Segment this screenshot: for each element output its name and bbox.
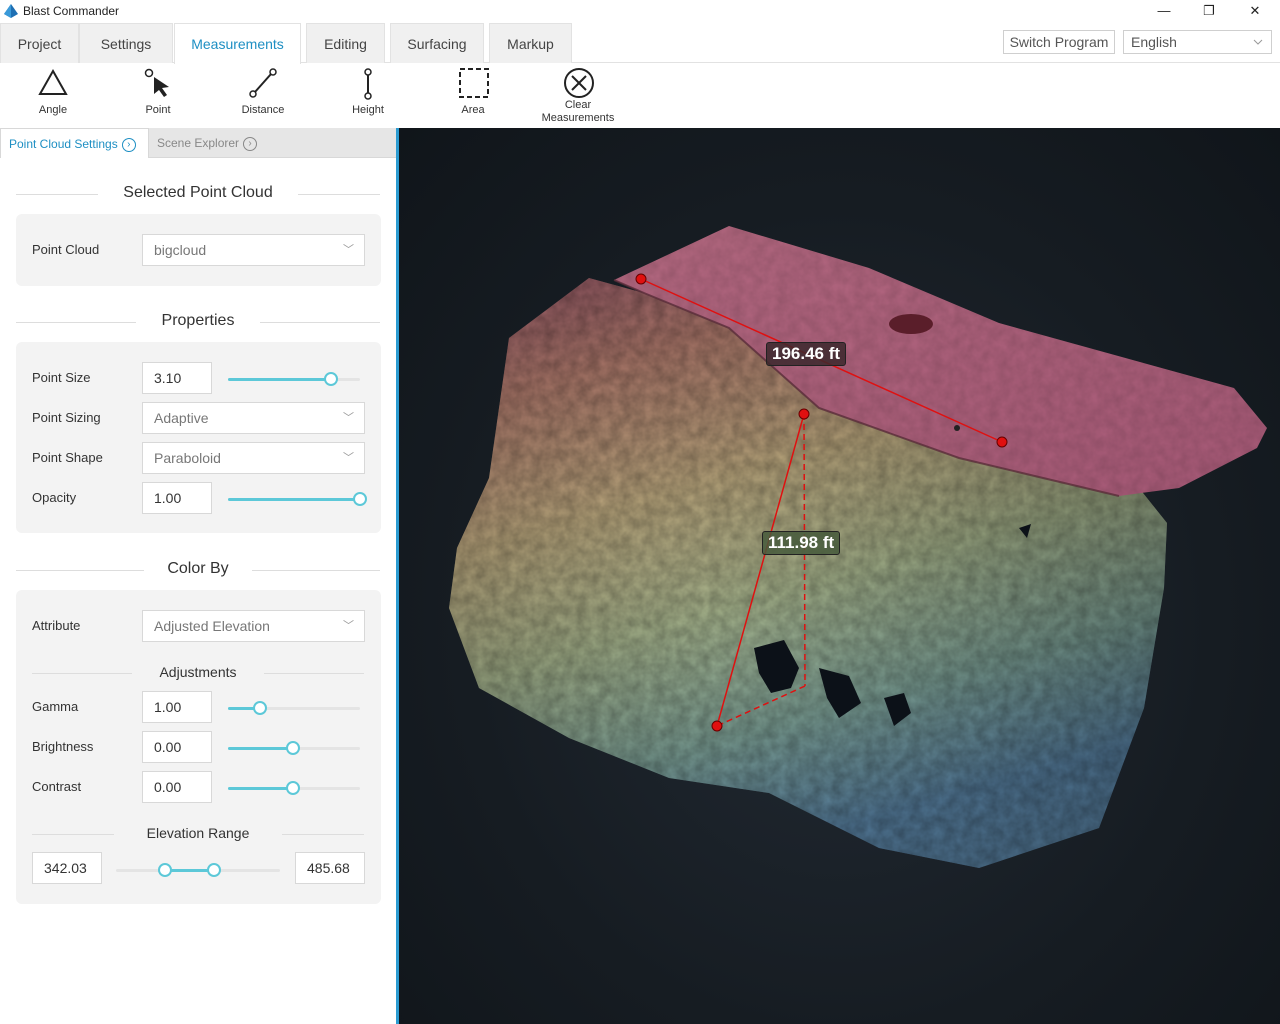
- point-sizing-value: Adaptive: [154, 410, 209, 426]
- elevation-min-input[interactable]: 342.03: [32, 852, 102, 884]
- contrast-label: Contrast: [32, 779, 82, 794]
- elevation-range-heading: Elevation Range: [32, 825, 364, 843]
- close-button[interactable]: ✕: [1232, 0, 1278, 22]
- gamma-label: Gamma: [32, 699, 79, 714]
- angle-tool-button[interactable]: Angle: [3, 63, 103, 128]
- attribute-value: Adjusted Elevation: [154, 618, 270, 634]
- contrast-input[interactable]: 0.00: [142, 771, 212, 803]
- clear-label-line2: Measurements: [541, 112, 615, 124]
- 3d-viewport[interactable]: 196.46 ft 111.98 ft: [399, 128, 1280, 1024]
- area-icon: [459, 68, 489, 98]
- clear-measurements-button[interactable]: Clear Measurements: [528, 63, 628, 128]
- tab-markup[interactable]: Markup: [489, 23, 572, 63]
- opacity-label: Opacity: [32, 490, 77, 505]
- brightness-slider[interactable]: [228, 741, 360, 755]
- point-shape-value: Paraboloid: [154, 450, 221, 466]
- language-value: English: [1131, 34, 1177, 50]
- point-tool-button[interactable]: Point: [108, 63, 208, 128]
- attribute-select[interactable]: Adjusted Elevation ﹀: [142, 610, 365, 642]
- tab-measurements[interactable]: Measurements: [174, 23, 301, 64]
- height-tool-button[interactable]: Height: [318, 63, 418, 128]
- app-logo-icon: [4, 4, 18, 18]
- point-cloud-render: [449, 226, 1267, 868]
- switch-program-button[interactable]: Switch Program: [1003, 30, 1115, 54]
- tab-surfacing[interactable]: Surfacing: [390, 23, 484, 63]
- point-cloud-settings-panel: Point Cloud Settings › Scene Explorer › Se…: [0, 128, 396, 1024]
- opacity-slider[interactable]: [228, 492, 367, 506]
- main-tab-bar: Project Settings Measurements Editing Su…: [0, 22, 1280, 64]
- tab-editing[interactable]: Editing: [306, 23, 385, 63]
- attribute-label: Attribute: [32, 618, 81, 633]
- selected-point-cloud-heading: Selected Point Cloud: [16, 184, 380, 204]
- chevron-down-icon: ﹀: [343, 412, 354, 424]
- point-cloud-label: Point Cloud: [32, 242, 100, 257]
- gamma-slider-thumb[interactable]: [252, 701, 267, 715]
- distance-measurement-label: 196.46 ft: [766, 342, 847, 366]
- contrast-slider-fill: [228, 787, 293, 790]
- height-measurement-label: 111.98 ft: [762, 531, 841, 555]
- opacity-input[interactable]: 1.00: [142, 482, 212, 514]
- minimize-button[interactable]: —: [1141, 0, 1187, 22]
- gamma-slider[interactable]: [228, 701, 360, 715]
- chevron-right-circle-icon: ›: [243, 136, 258, 151]
- point-shape-select[interactable]: Paraboloid ﹀: [142, 442, 365, 474]
- chevron-right-circle-icon: ›: [121, 137, 136, 152]
- distance-icon: [249, 68, 277, 98]
- measurement-toolbar: Angle Point Distance Height Area Clear M…: [0, 63, 1280, 128]
- tab-project[interactable]: Project: [0, 23, 79, 63]
- chevron-down-icon: [1253, 33, 1263, 57]
- title-bar: Blast Commander — ❐ ✕: [0, 0, 1280, 22]
- tab-settings[interactable]: Settings: [79, 23, 173, 63]
- opacity-slider-thumb[interactable]: [353, 492, 367, 506]
- contrast-slider-thumb[interactable]: [285, 781, 300, 795]
- distance-tool-button[interactable]: Distance: [213, 63, 313, 128]
- point-icon: [144, 68, 169, 97]
- maximize-button[interactable]: ❐: [1186, 0, 1232, 22]
- point-size-input[interactable]: 3.10: [142, 362, 212, 394]
- point-cloud-value: bigcloud: [154, 242, 207, 258]
- tab-point-cloud-settings[interactable]: Point Cloud Settings ›: [0, 128, 149, 158]
- point-size-slider-fill: [228, 378, 331, 381]
- properties-heading: Properties: [16, 312, 380, 332]
- brightness-slider-fill: [228, 747, 293, 750]
- chevron-down-icon: ﹀: [343, 244, 354, 256]
- area-tool-button[interactable]: Area: [423, 63, 523, 128]
- color-by-heading: Color By: [16, 560, 380, 580]
- brightness-input[interactable]: 0.00: [142, 731, 212, 763]
- area-tool-label: Area: [461, 104, 485, 116]
- height-icon: [364, 68, 372, 100]
- brightness-slider-thumb[interactable]: [285, 741, 300, 755]
- point-cloud-select[interactable]: bigcloud ﹀: [142, 234, 365, 266]
- point-size-slider-thumb[interactable]: [323, 372, 338, 386]
- tab-point-cloud-settings-label: Point Cloud Settings: [9, 137, 118, 151]
- window-title: Blast Commander: [23, 4, 120, 18]
- point-size-label: Point Size: [32, 370, 91, 385]
- adjustments-heading: Adjustments: [32, 664, 364, 682]
- point-sizing-label: Point Sizing: [32, 410, 101, 425]
- language-select[interactable]: English: [1123, 30, 1272, 54]
- tab-scene-explorer[interactable]: Scene Explorer ›: [149, 128, 396, 158]
- angle-tool-label: Angle: [38, 104, 68, 116]
- point-tool-label: Point: [145, 104, 171, 116]
- chevron-down-icon: ﹀: [343, 452, 354, 464]
- contrast-slider[interactable]: [228, 781, 360, 795]
- distance-tool-label: Distance: [241, 104, 285, 116]
- chevron-down-icon: ﹀: [343, 620, 354, 632]
- tab-scene-explorer-label: Scene Explorer: [157, 136, 240, 150]
- point-size-slider[interactable]: [228, 372, 360, 386]
- brightness-label: Brightness: [32, 739, 94, 754]
- height-tool-label: Height: [352, 104, 384, 116]
- angle-icon: [38, 68, 68, 95]
- point-sizing-select[interactable]: Adaptive ﹀: [142, 402, 365, 434]
- clear-label-line1: Clear: [564, 99, 592, 111]
- point-shape-label: Point Shape: [32, 450, 103, 465]
- elevation-range-slider[interactable]: [116, 863, 280, 877]
- elevation-max-input[interactable]: 485.68: [295, 852, 365, 884]
- gamma-input[interactable]: 1.00: [142, 691, 212, 723]
- opacity-slider-fill: [228, 498, 360, 501]
- clear-x-circle-icon: [564, 68, 594, 98]
